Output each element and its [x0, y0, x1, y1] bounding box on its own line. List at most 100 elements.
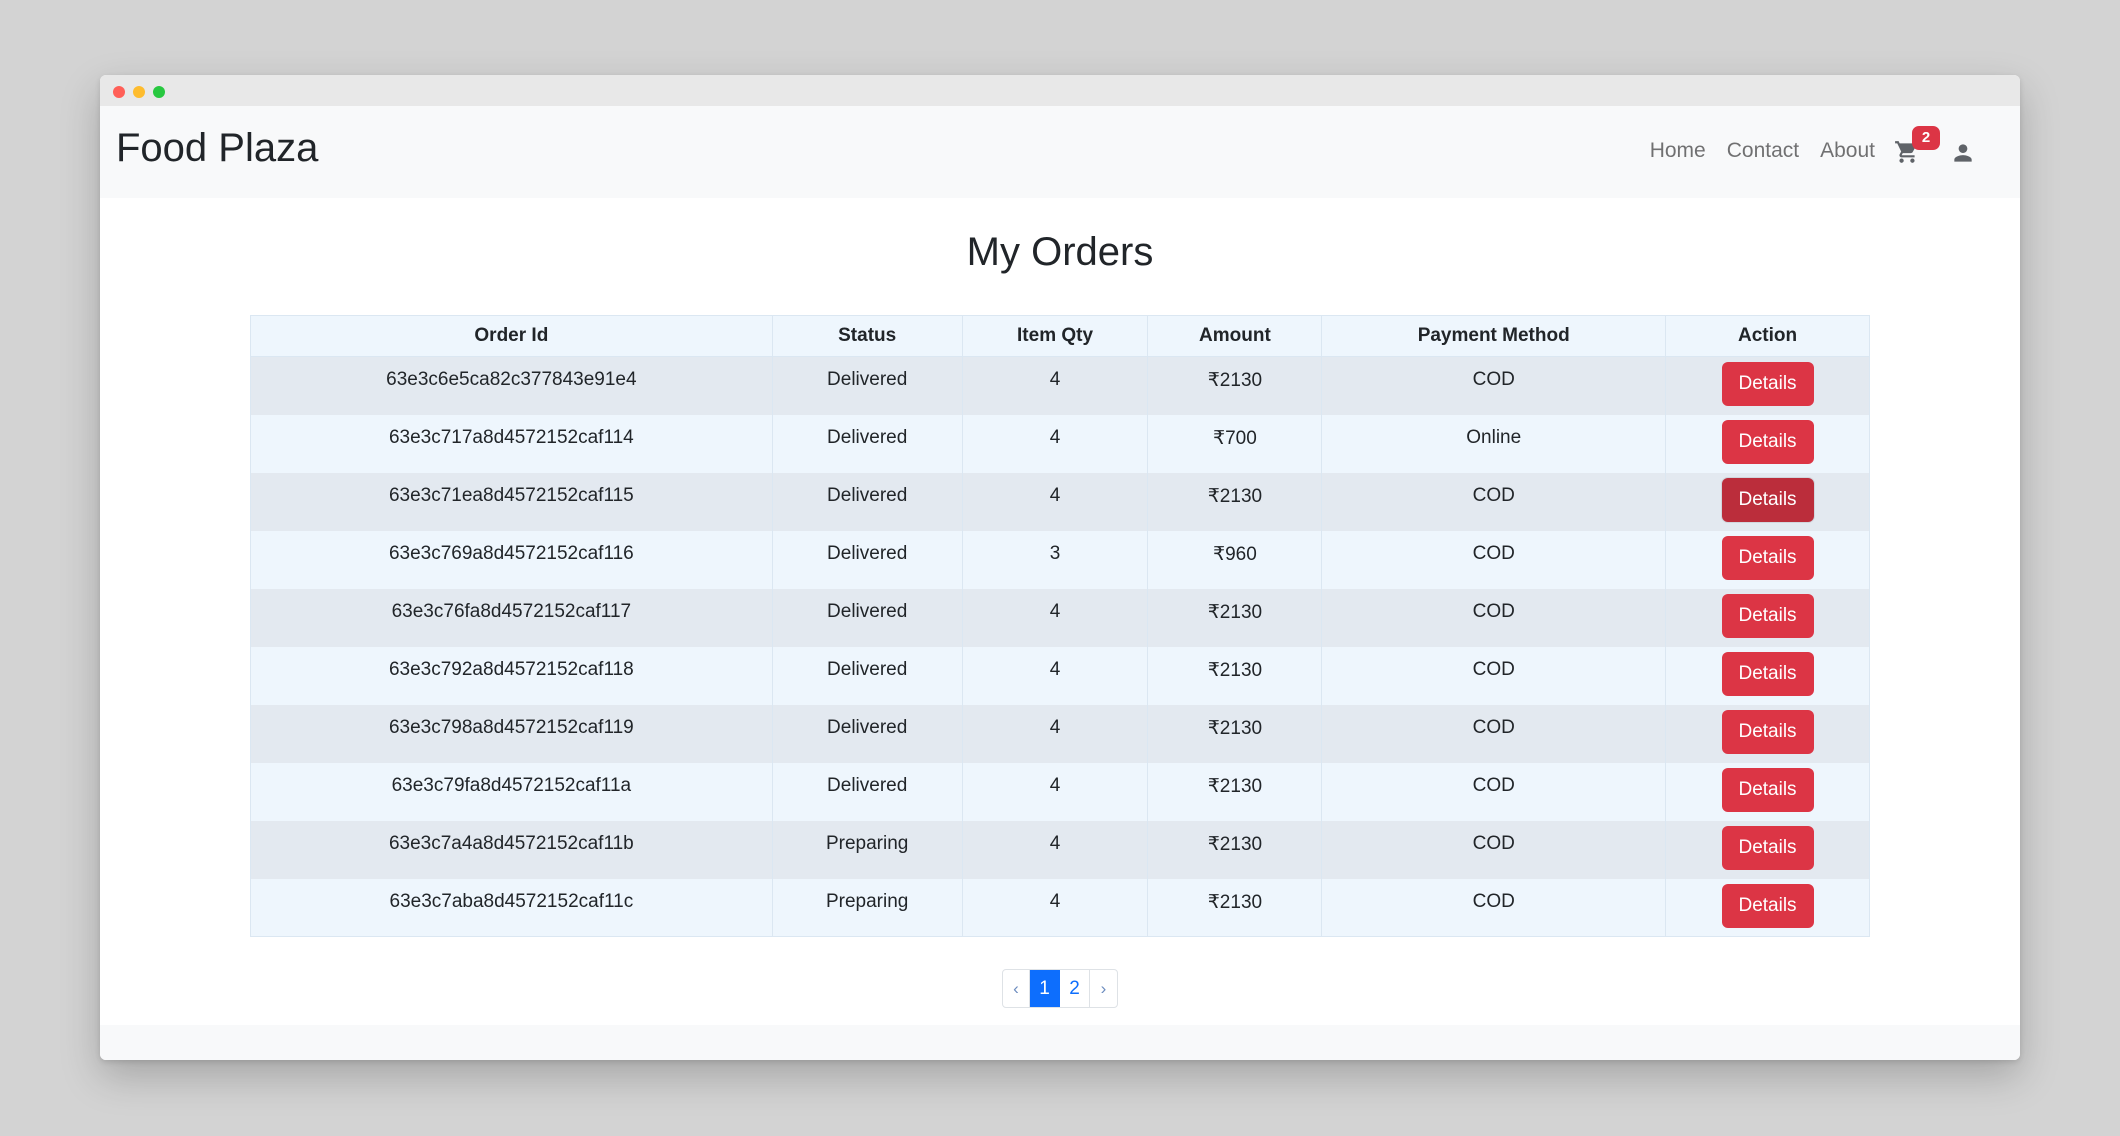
browser-window: Food Plaza Home Contact About 2 My Order… [100, 75, 2020, 1060]
orders-table-container: Order Id Status Item Qty Amount Payment … [250, 315, 1870, 937]
details-button[interactable]: Details [1721, 709, 1814, 754]
table-row: 63e3c6e5ca82c377843e91e4 Delivered 4 ₹21… [250, 356, 1870, 415]
action-cell: Details [1665, 472, 1870, 531]
payment-method-cell: Online [1321, 414, 1667, 473]
table-row: 63e3c798a8d4572152caf119 Delivered 4 ₹21… [250, 704, 1870, 763]
cart-count-badge: 2 [1912, 126, 1940, 150]
status-cell: Delivered [771, 530, 963, 589]
amount-cell: ₹2130 [1147, 588, 1323, 647]
details-button[interactable]: Details [1721, 651, 1814, 696]
status-cell: Delivered [771, 704, 963, 763]
maximize-window-button[interactable] [153, 86, 165, 98]
order-id-cell: 63e3c792a8d4572152caf118 [250, 646, 773, 705]
details-button[interactable]: Details [1721, 362, 1814, 406]
pagination-prev-button[interactable]: ‹ [1003, 970, 1030, 1007]
column-header-action: Action [1665, 315, 1870, 357]
item-qty-cell: 4 [961, 414, 1149, 473]
table-row: 63e3c76fa8d4572152caf117 Delivered 4 ₹21… [250, 588, 1870, 647]
amount-cell: ₹700 [1147, 414, 1323, 473]
pagination: ‹ 1 2 › [1002, 969, 1118, 1008]
item-qty-cell: 4 [961, 704, 1149, 763]
action-cell: Details [1665, 878, 1870, 937]
amount-cell: ₹2130 [1147, 820, 1323, 879]
status-cell: Preparing [771, 878, 963, 937]
payment-method-cell: COD [1321, 820, 1667, 879]
item-qty-cell: 4 [961, 356, 1149, 415]
item-qty-cell: 4 [961, 820, 1149, 879]
table-row: 63e3c7a4a8d4572152caf11b Preparing 4 ₹21… [250, 820, 1870, 879]
payment-method-cell: COD [1321, 588, 1667, 647]
action-cell: Details [1665, 588, 1870, 647]
item-qty-cell: 4 [961, 588, 1149, 647]
amount-cell: ₹2130 [1147, 646, 1323, 705]
window-titlebar [100, 75, 2020, 106]
amount-cell: ₹2130 [1147, 472, 1323, 531]
table-row: 63e3c79fa8d4572152caf11a Delivered 4 ₹21… [250, 762, 1870, 821]
details-button[interactable]: Details [1721, 593, 1814, 638]
nav-link-about[interactable]: About [1820, 138, 1875, 164]
details-button[interactable]: Details [1721, 419, 1814, 464]
navbar: Food Plaza Home Contact About 2 [100, 106, 2020, 198]
table-row: 63e3c7aba8d4572152caf11c Preparing 4 ₹21… [250, 878, 1870, 937]
action-cell: Details [1665, 356, 1870, 415]
user-icon[interactable] [1950, 140, 1976, 166]
item-qty-cell: 4 [961, 472, 1149, 531]
column-header-payment-method: Payment Method [1321, 315, 1667, 357]
details-button[interactable]: Details [1721, 767, 1814, 812]
details-button[interactable]: Details [1721, 883, 1814, 928]
order-id-cell: 63e3c76fa8d4572152caf117 [250, 588, 773, 647]
payment-method-cell: COD [1321, 704, 1667, 763]
status-cell: Delivered [771, 356, 963, 415]
footer [100, 1025, 2020, 1060]
action-cell: Details [1665, 820, 1870, 879]
nav-link-contact[interactable]: Contact [1727, 138, 1799, 164]
item-qty-cell: 4 [961, 762, 1149, 821]
table-row: 63e3c769a8d4572152caf116 Delivered 3 ₹96… [250, 530, 1870, 589]
details-button[interactable]: Details [1721, 825, 1814, 870]
amount-cell: ₹2130 [1147, 704, 1323, 763]
nav-link-home[interactable]: Home [1650, 138, 1706, 164]
item-qty-cell: 3 [961, 530, 1149, 589]
order-id-cell: 63e3c798a8d4572152caf119 [250, 704, 773, 763]
column-header-status: Status [771, 315, 963, 357]
table-row: 63e3c71ea8d4572152caf115 Delivered 4 ₹21… [250, 472, 1870, 531]
nav-links: Home Contact About [1650, 138, 1875, 164]
column-header-amount: Amount [1147, 315, 1323, 357]
minimize-window-button[interactable] [133, 86, 145, 98]
amount-cell: ₹2130 [1147, 878, 1323, 937]
amount-cell: ₹960 [1147, 530, 1323, 589]
order-id-cell: 63e3c6e5ca82c377843e91e4 [250, 356, 773, 415]
status-cell: Delivered [771, 472, 963, 531]
payment-method-cell: COD [1321, 878, 1667, 937]
order-id-cell: 63e3c71ea8d4572152caf115 [250, 472, 773, 531]
table-row: 63e3c792a8d4572152caf118 Delivered 4 ₹21… [250, 646, 1870, 705]
brand-logo[interactable]: Food Plaza [116, 122, 318, 174]
order-id-cell: 63e3c79fa8d4572152caf11a [250, 762, 773, 821]
details-button[interactable]: Details [1721, 535, 1814, 580]
table-row: 63e3c717a8d4572152caf114 Delivered 4 ₹70… [250, 414, 1870, 473]
action-cell: Details [1665, 414, 1870, 473]
table-header-row: Order Id Status Item Qty Amount Payment … [250, 315, 1870, 357]
status-cell: Delivered [771, 646, 963, 705]
pagination-page-2[interactable]: 2 [1060, 970, 1090, 1007]
status-cell: Delivered [771, 762, 963, 821]
pagination-next-button[interactable]: › [1090, 970, 1117, 1007]
close-window-button[interactable] [113, 86, 125, 98]
order-id-cell: 63e3c717a8d4572152caf114 [250, 414, 773, 473]
orders-table: Order Id Status Item Qty Amount Payment … [250, 315, 1870, 937]
pagination-page-1[interactable]: 1 [1030, 970, 1060, 1007]
payment-method-cell: COD [1321, 530, 1667, 589]
page-title: My Orders [966, 230, 1154, 274]
amount-cell: ₹2130 [1147, 356, 1323, 415]
payment-method-cell: COD [1321, 356, 1667, 415]
payment-method-cell: COD [1321, 762, 1667, 821]
item-qty-cell: 4 [961, 646, 1149, 705]
payment-method-cell: COD [1321, 646, 1667, 705]
action-cell: Details [1665, 704, 1870, 763]
order-id-cell: 63e3c7aba8d4572152caf11c [250, 878, 773, 937]
details-button[interactable]: Details [1721, 477, 1814, 522]
status-cell: Preparing [771, 820, 963, 879]
amount-cell: ₹2130 [1147, 762, 1323, 821]
status-cell: Delivered [771, 588, 963, 647]
column-header-item-qty: Item Qty [961, 315, 1149, 357]
